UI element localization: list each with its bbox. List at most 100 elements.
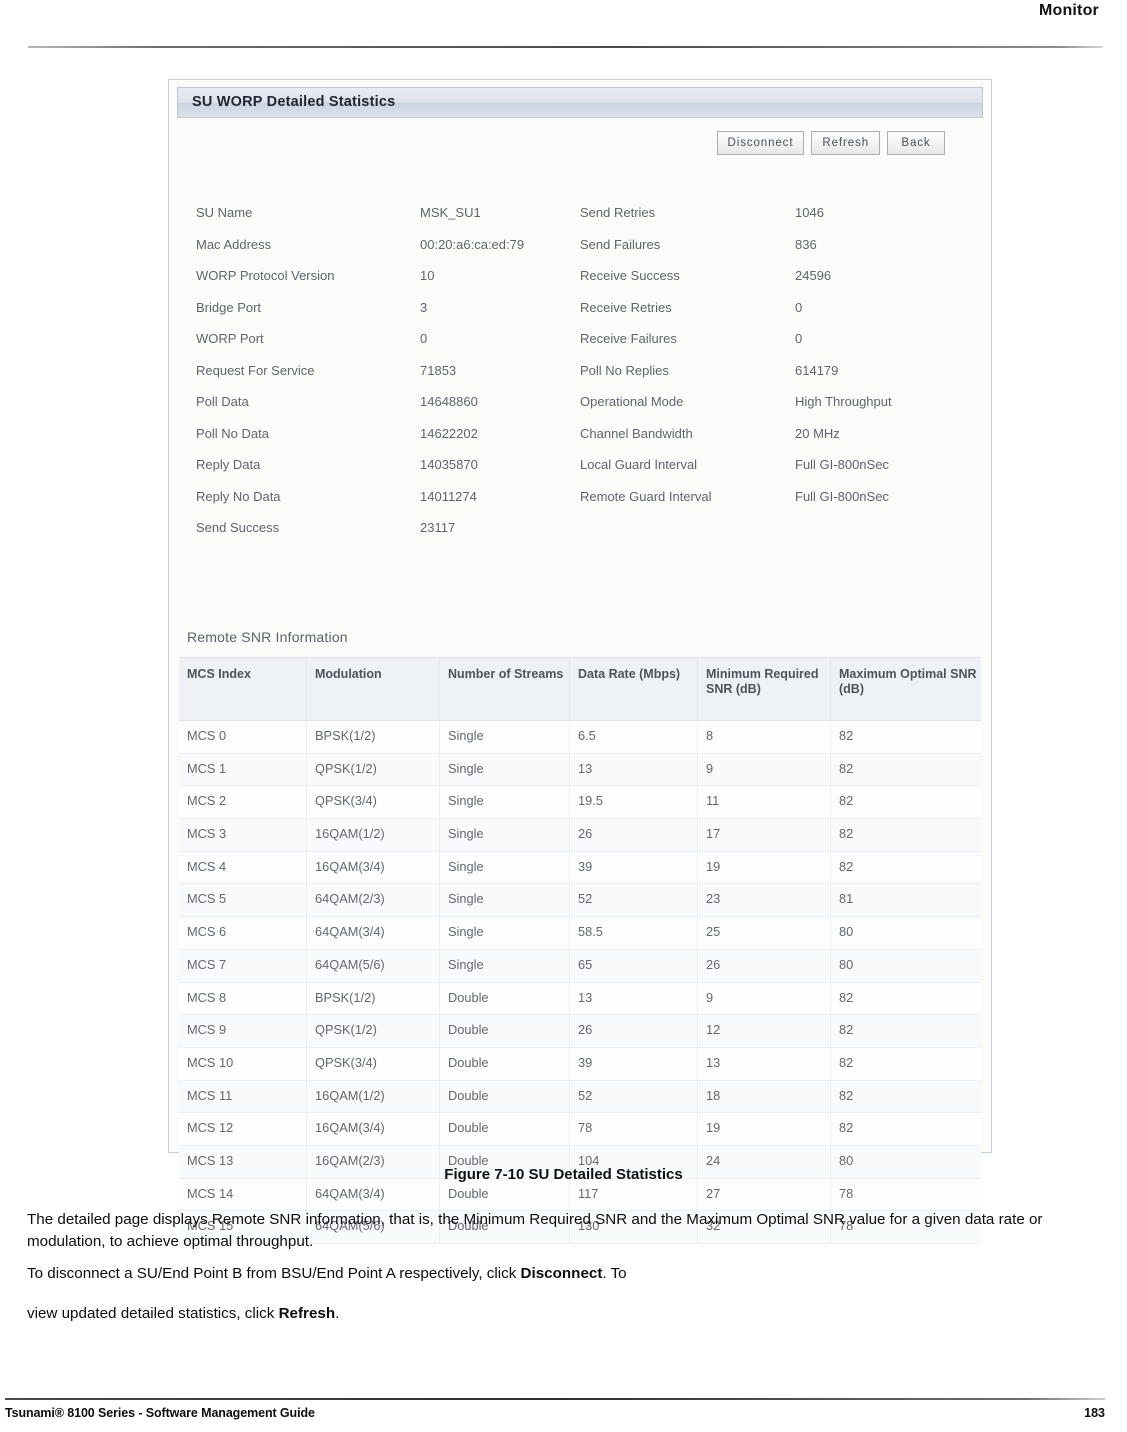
table-cell: 64QAM(5/6) xyxy=(307,949,440,982)
table-cell: 82 xyxy=(839,989,854,1005)
statistic-row: WORP Port 0 Receive Failures 0 xyxy=(185,323,975,355)
table-cell: 19.5 xyxy=(570,786,698,819)
table-cell: MCS 6 xyxy=(179,917,307,949)
statistic-right-label: Channel Bandwidth xyxy=(580,425,693,441)
statistic-left-label: WORP Protocol Version xyxy=(196,268,335,284)
table-cell: 16QAM(1/2) xyxy=(307,819,440,851)
column-header: Minimum Required SNR (dB) xyxy=(698,658,831,720)
para2-bold-disconnect: Disconnect xyxy=(520,1265,603,1282)
statistic-left-value: 23117 xyxy=(420,520,456,536)
statistic-right-label: Local Guard Interval xyxy=(580,457,698,473)
statistic-left-value: 0 xyxy=(420,331,428,347)
header-divider xyxy=(28,46,1103,48)
table-cell: 16QAM(3/4) xyxy=(307,1113,440,1145)
table-cell: Single xyxy=(440,786,570,819)
table-header-row: MCS Index Modulation Number of Streams Data… xyxy=(179,658,981,721)
column-header: MCS Index xyxy=(179,658,307,720)
table-cell: 82 xyxy=(839,728,854,743)
table-cell: 65 xyxy=(570,949,698,982)
table-cell: 16QAM(1/2) xyxy=(307,1080,440,1113)
table-cell: 82 xyxy=(839,1087,854,1103)
refresh-button[interactable]: Refresh xyxy=(811,131,880,155)
statistic-left-value: 14011274 xyxy=(420,488,477,504)
statistic-left-value: 3 xyxy=(420,299,428,315)
statistic-row: Reply Data 14035870 Local Guard Interval Fu… xyxy=(185,449,975,481)
statistic-left-value: 14622202 xyxy=(420,425,478,441)
table-cell: 19 xyxy=(698,851,831,884)
table-cell: 58.5 xyxy=(570,917,698,949)
table-cell: BPSK(1/2) xyxy=(307,721,440,753)
table-cell: 78 xyxy=(839,1185,854,1201)
statistic-right-label: Send Failures xyxy=(580,236,661,252)
table-cell: 16QAM(3/4) xyxy=(307,851,440,884)
column-header: Number of Streams xyxy=(440,658,570,720)
statistic-row: Reply No Data 14011274 Remote Guard Interv… xyxy=(185,481,975,513)
table-cell: 23 xyxy=(698,884,831,917)
para3-text-after: . xyxy=(335,1305,340,1322)
statistic-right-value: 0 xyxy=(795,299,803,315)
statistic-right-label: Remote Guard Interval xyxy=(580,488,712,504)
statistic-row: WORP Protocol Version 10 Receive Success 24… xyxy=(185,260,975,292)
panel-titlebar: SU WORP Detailed Statistics xyxy=(177,87,983,118)
statistic-left-label: Request For Service xyxy=(196,362,315,378)
statistic-row: SU Name MSK_SU1 Send Retries 1046 xyxy=(185,197,975,229)
table-cell: Double xyxy=(440,1047,570,1080)
table-row: MCS 11 16QAM(1/2) Double 52 18 82 xyxy=(179,1080,981,1114)
table-cell: 52 xyxy=(570,884,698,917)
statistic-left-label: WORP Port xyxy=(196,331,264,347)
table-cell: MCS 0 xyxy=(179,721,307,753)
table-row: MCS 8 BPSK(1/2) Double 13 9 82 xyxy=(179,982,981,1016)
table-cell: 82 xyxy=(839,826,854,842)
table-cell: QPSK(1/2) xyxy=(307,753,440,786)
remote-snr-table: MCS Index Modulation Number of Streams Data… xyxy=(179,657,981,1244)
table-cell: 8 xyxy=(698,721,831,753)
table-cell: 82 xyxy=(839,1022,854,1038)
statistic-left-label: Send Success xyxy=(196,520,280,536)
table-cell: QPSK(3/4) xyxy=(307,786,440,819)
back-button[interactable]: Back xyxy=(887,131,945,155)
statistic-left-label: SU Name xyxy=(196,205,253,221)
remote-snr-heading: Remote SNR Information xyxy=(187,629,348,645)
statistic-row: Poll No Data 14622202 Channel Bandwidth 20 … xyxy=(185,418,975,450)
statistic-right-value: 20 MHz xyxy=(795,425,840,441)
table-cell: MCS 4 xyxy=(179,851,307,884)
table-cell: MCS 10 xyxy=(179,1047,307,1080)
table-row: MCS 3 16QAM(1/2) Single 26 17 82 xyxy=(179,819,981,852)
table-row: MCS 0 BPSK(1/2) Single 6.5 8 82 xyxy=(179,721,981,754)
table-cell: 82 xyxy=(839,1120,854,1136)
statistic-left-value: 10 xyxy=(420,268,435,284)
table-cell: 9 xyxy=(698,982,831,1015)
table-row: MCS 9 QPSK(1/2) Double 26 12 82 xyxy=(179,1015,981,1048)
statistic-row: Send Success 23117 xyxy=(185,512,975,544)
table-cell: 13 xyxy=(570,982,698,1015)
su-worp-statistics-screenshot: SU WORP Detailed Statistics Disconnect Re… xyxy=(168,79,992,1244)
table-cell: 25 xyxy=(698,917,831,949)
table-cell: 117 xyxy=(570,1178,698,1211)
statistic-row: Request For Service 71853 Poll No Replies 6… xyxy=(185,355,975,387)
table-cell: 11 xyxy=(698,786,831,819)
table-cell: 12 xyxy=(698,1015,831,1047)
table-row: MCS 12 16QAM(3/4) Double 78 19 82 xyxy=(179,1113,981,1146)
statistic-left-value: 14035870 xyxy=(420,457,478,473)
table-row: MCS 1 QPSK(1/2) Single 13 9 82 xyxy=(179,753,981,787)
table-row: MCS 2 QPSK(3/4) Single 19.5 11 82 xyxy=(179,786,981,820)
table-cell: MCS 3 xyxy=(179,819,307,851)
table-cell: Single xyxy=(440,851,570,884)
table-cell: 78 xyxy=(570,1113,698,1145)
table-cell: Single xyxy=(440,917,570,949)
statistic-right-value: Full GI-800nSec xyxy=(795,488,889,504)
disconnect-button[interactable]: Disconnect xyxy=(716,131,805,155)
table-cell: 17 xyxy=(698,819,831,851)
table-row: MCS 4 16QAM(3/4) Single 39 19 82 xyxy=(179,851,981,885)
figure-caption: Figure 7-10 SU Detailed Statistics xyxy=(444,1166,683,1183)
statistic-right-value: 836 xyxy=(795,236,817,252)
para3-text-before: view updated detailed statistics, click xyxy=(27,1305,279,1322)
statistic-left-value: 00:20:a6:ca:ed:79 xyxy=(420,236,525,252)
table-cell: MCS 14 xyxy=(179,1178,307,1211)
table-cell: MCS 5 xyxy=(179,884,307,917)
table-cell: 82 xyxy=(839,793,854,809)
table-cell: 26 xyxy=(570,819,698,851)
table-cell: 82 xyxy=(839,1054,854,1070)
table-row: MCS 14 64QAM(3/4) Double 117 27 78 xyxy=(179,1178,981,1212)
table-cell: 82 xyxy=(839,858,854,874)
